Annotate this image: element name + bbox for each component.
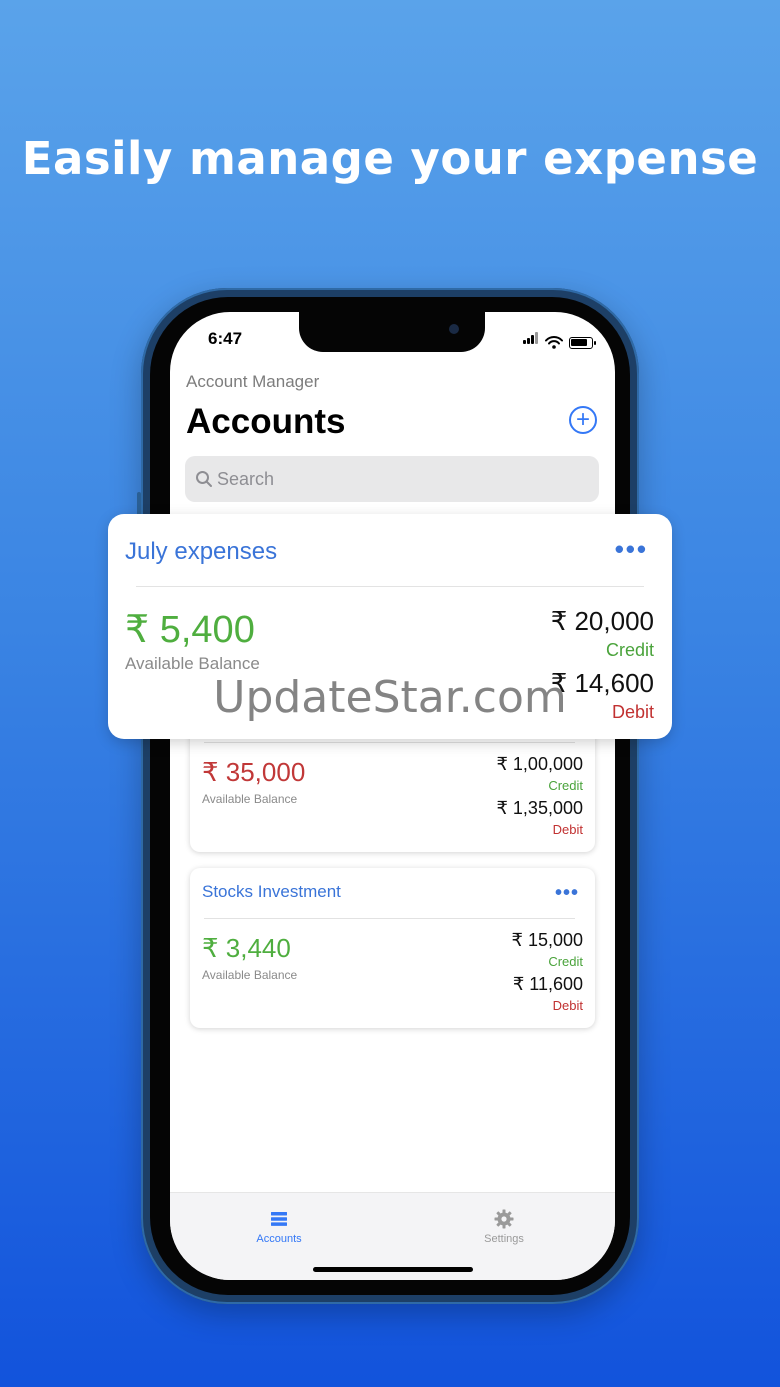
available-balance: ₹ 5,400 — [125, 609, 255, 651]
available-balance-label: Available Balance — [202, 968, 298, 982]
home-indicator — [313, 1267, 473, 1272]
account-name: Stocks Investment — [202, 882, 341, 901]
credit-amount: ₹ 1,00,000 — [496, 754, 583, 774]
wifi-icon — [545, 336, 563, 349]
ellipsis-icon: ••• — [554, 882, 579, 904]
search-input[interactable]: Search — [185, 456, 599, 502]
credit-amount: ₹ 20,000 — [550, 606, 654, 636]
debit-amount: ₹ 11,600 — [512, 974, 583, 994]
camera — [449, 324, 459, 334]
app-subtitle: Account Manager — [186, 372, 320, 391]
available-balance: ₹ 35,000 — [202, 757, 306, 787]
watermark: UpdateStar.com — [213, 672, 567, 723]
battery-icon — [569, 337, 596, 349]
page-title: Accounts — [186, 402, 346, 441]
tab-accounts[interactable]: Accounts — [239, 1209, 319, 1245]
debit-label: Debit — [552, 822, 583, 837]
account-name: July expenses — [125, 538, 278, 565]
credit-label: Credit — [548, 954, 583, 969]
account-card[interactable]: Stocks Investment ••• ₹ 3,440 Available … — [190, 868, 595, 1028]
available-balance-label: Available Balance — [125, 654, 260, 673]
status-icons — [523, 331, 596, 349]
tab-settings[interactable]: Settings — [464, 1209, 544, 1245]
ellipsis-icon: ••• — [614, 534, 648, 564]
phone-screen: 6:47 Account Manager Accounts + Search ₹… — [170, 312, 615, 1280]
search-placeholder: Search — [217, 468, 275, 489]
list-icon — [271, 1212, 287, 1226]
tab-bar: Accounts Settings — [170, 1192, 615, 1280]
card-divider — [136, 586, 644, 587]
card-divider — [204, 742, 575, 743]
plus-circle-icon: + — [575, 406, 590, 433]
available-balance: ₹ 3,440 — [202, 933, 291, 963]
credit-label: Credit — [605, 640, 654, 660]
credit-amount: ₹ 15,000 — [511, 930, 583, 950]
tab-accounts-label: Accounts — [256, 1233, 302, 1245]
signal-icon — [523, 331, 539, 349]
available-balance-label: Available Balance — [202, 792, 298, 806]
headline: Easily manage your expense — [21, 132, 759, 185]
add-account-button[interactable]: + — [569, 406, 597, 434]
search-icon — [196, 471, 212, 487]
more-options-button[interactable]: ••• — [555, 882, 579, 905]
more-options-button[interactable]: ••• — [615, 534, 648, 565]
debit-amount: ₹ 1,35,000 — [496, 798, 583, 818]
debit-label: Debit — [552, 998, 583, 1013]
credit-label: Credit — [548, 778, 583, 793]
gear-icon — [494, 1209, 514, 1229]
notch — [299, 312, 485, 352]
tab-settings-label: Settings — [484, 1233, 524, 1245]
status-time: 6:47 — [208, 329, 243, 348]
card-divider — [204, 918, 575, 919]
